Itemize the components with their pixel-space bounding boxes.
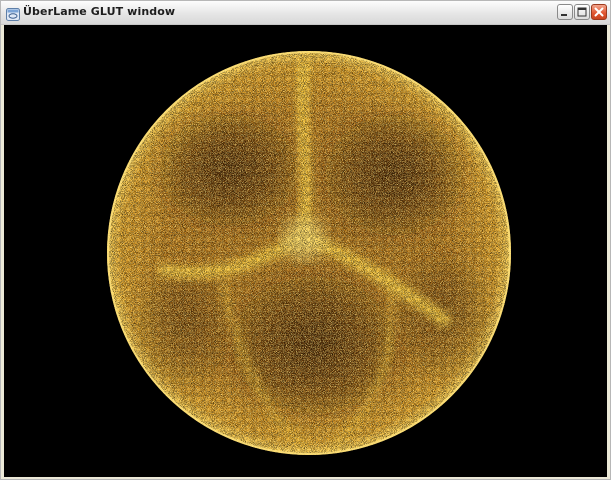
close-icon	[594, 7, 604, 17]
particle-sphere	[107, 51, 511, 455]
title-bar[interactable]: ÜberLame GLUT window	[1, 1, 610, 25]
render-viewport[interactable]	[4, 25, 607, 477]
minimize-button[interactable]	[557, 4, 573, 20]
glut-window: ÜberLame GLUT window	[0, 0, 611, 480]
window-title: ÜberLame GLUT window	[23, 5, 176, 18]
close-button[interactable]	[591, 4, 607, 20]
maximize-button[interactable]	[574, 4, 590, 20]
minimize-icon	[561, 14, 567, 16]
app-window-icon[interactable]	[6, 6, 20, 21]
maximize-icon	[577, 7, 587, 17]
